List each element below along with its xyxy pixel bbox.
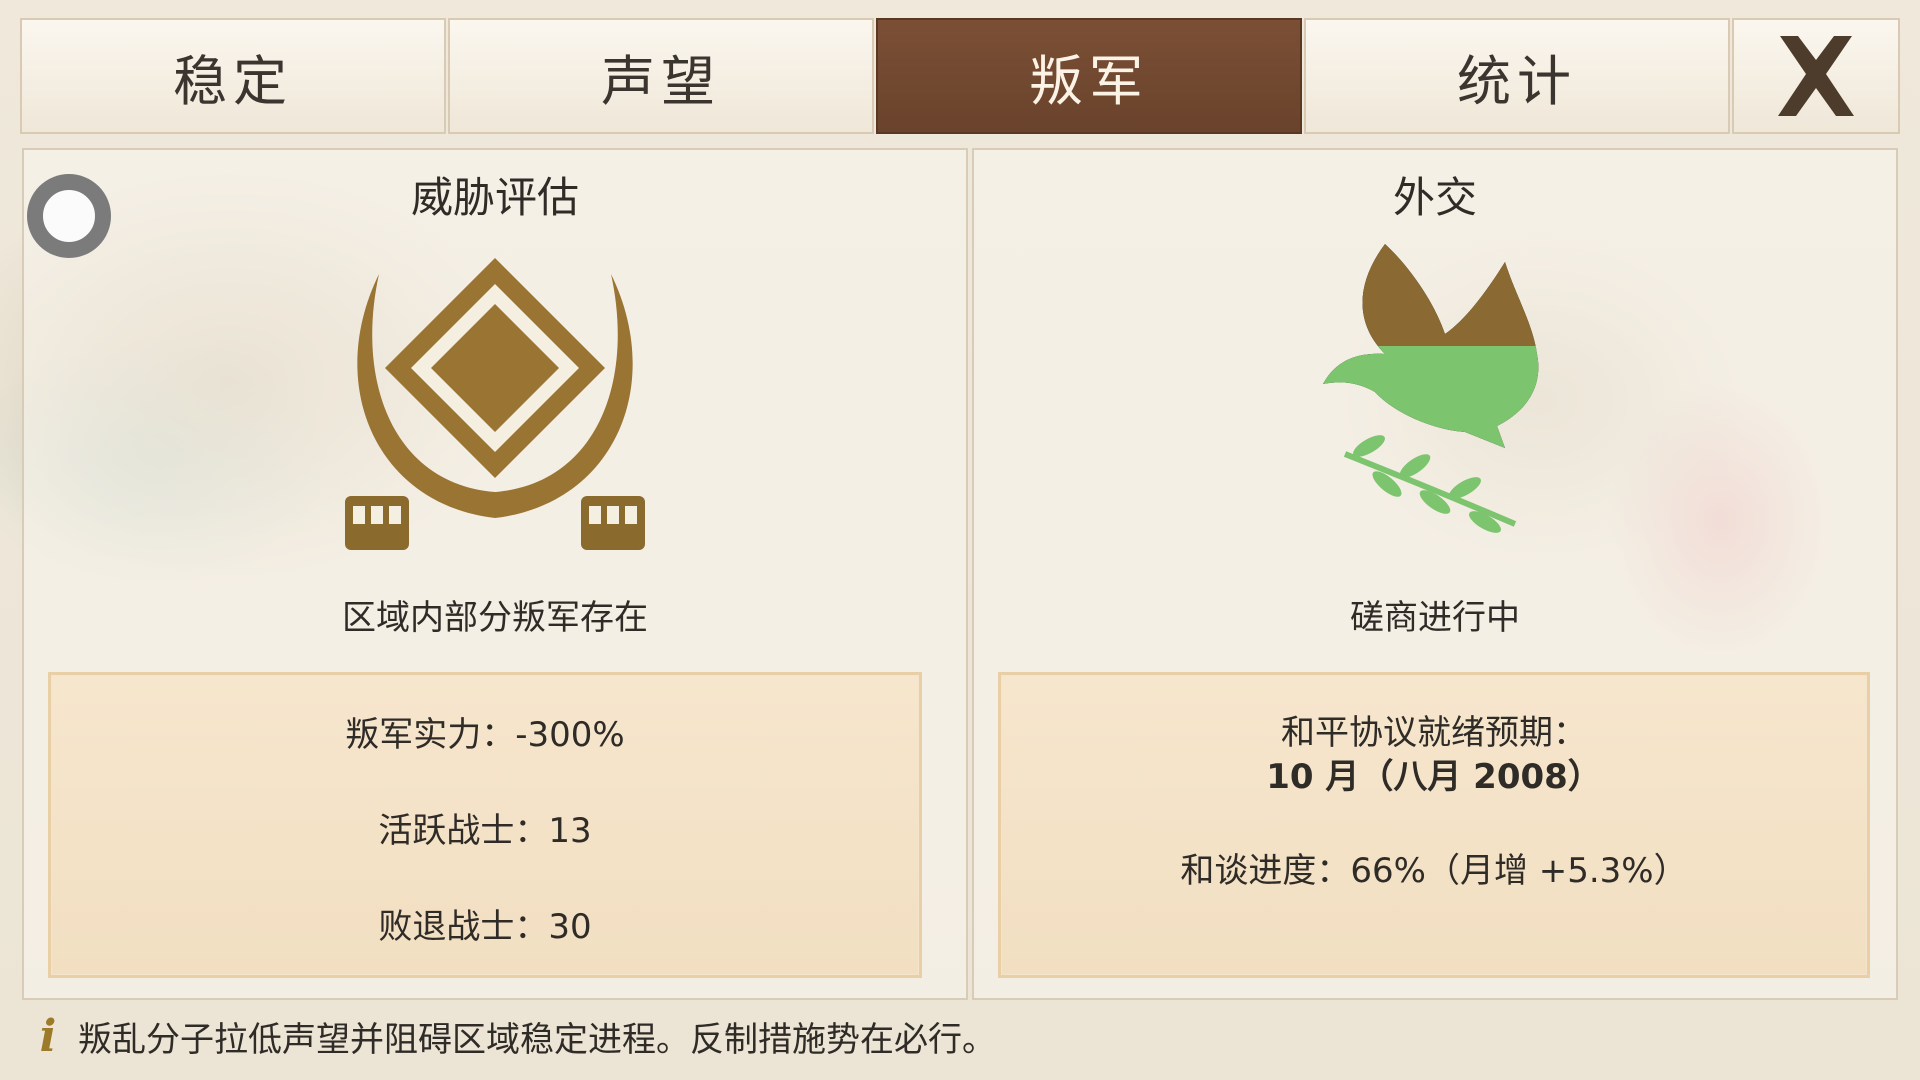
side-toggle-button[interactable] [27, 174, 111, 258]
diplomacy-status: 磋商进行中 [1350, 598, 1520, 638]
threat-title: 威胁评估 [410, 173, 579, 222]
info-text: 叛乱分子拉低声望并阻碍区域稳定进程。反制措施势在必行。 [78, 1019, 996, 1060]
tab-label: 声望 [601, 49, 721, 113]
tab-label: 叛军 [1029, 49, 1149, 113]
defeated-fighters: 败退战士：30 [378, 907, 592, 947]
tab-bar: 稳定 声望 叛军 统计 [20, 18, 1900, 134]
close-icon [1778, 36, 1854, 116]
tab-reputation[interactable]: 声望 [448, 18, 874, 134]
tab-rebels[interactable]: 叛军 [876, 18, 1302, 134]
rebel-strength: 叛军实力：-300% [345, 715, 625, 755]
peace-ready-date: 10 月（八月 2008） [1266, 757, 1602, 797]
threat-status: 区域内部分叛军存在 [342, 598, 648, 638]
tab-stability[interactable]: 稳定 [20, 18, 446, 134]
tab-label: 稳定 [173, 49, 293, 113]
tab-label: 统计 [1457, 49, 1577, 113]
close-button[interactable] [1732, 18, 1900, 134]
active-fighters: 活跃战士：13 [378, 811, 592, 851]
info-icon: i [39, 1010, 57, 1062]
rebel-emblem-icon [345, 258, 645, 550]
peace-ready-label: 和平协议就绪预期： [1281, 713, 1587, 753]
threat-stats-box: 叛军实力：-300% 活跃战士：13 败退战士：30 [48, 672, 922, 978]
threat-panel: 威胁评估 区域内部分叛军存在 叛军实力：-300% 活跃战士：13 败退战士：3… [22, 148, 968, 1000]
tab-statistics[interactable]: 统计 [1304, 18, 1730, 134]
info-bar: i 叛乱分子拉低声望并阻碍区域稳定进程。反制措施势在必行。 [28, 1010, 1888, 1062]
diplomacy-panel: 外交 磋商进行中 和平协议就绪预期： 10 月（八月 2008） 和谈进度：66… [972, 148, 1898, 1000]
peace-dove-icon [1323, 244, 1539, 533]
diplomacy-title: 外交 [1392, 173, 1477, 222]
peace-progress: 和谈进度：66%（月增 +5.3%） [1180, 851, 1688, 891]
diplomacy-stats-box: 和平协议就绪预期： 10 月（八月 2008） 和谈进度：66%（月增 +5.3… [998, 672, 1870, 978]
